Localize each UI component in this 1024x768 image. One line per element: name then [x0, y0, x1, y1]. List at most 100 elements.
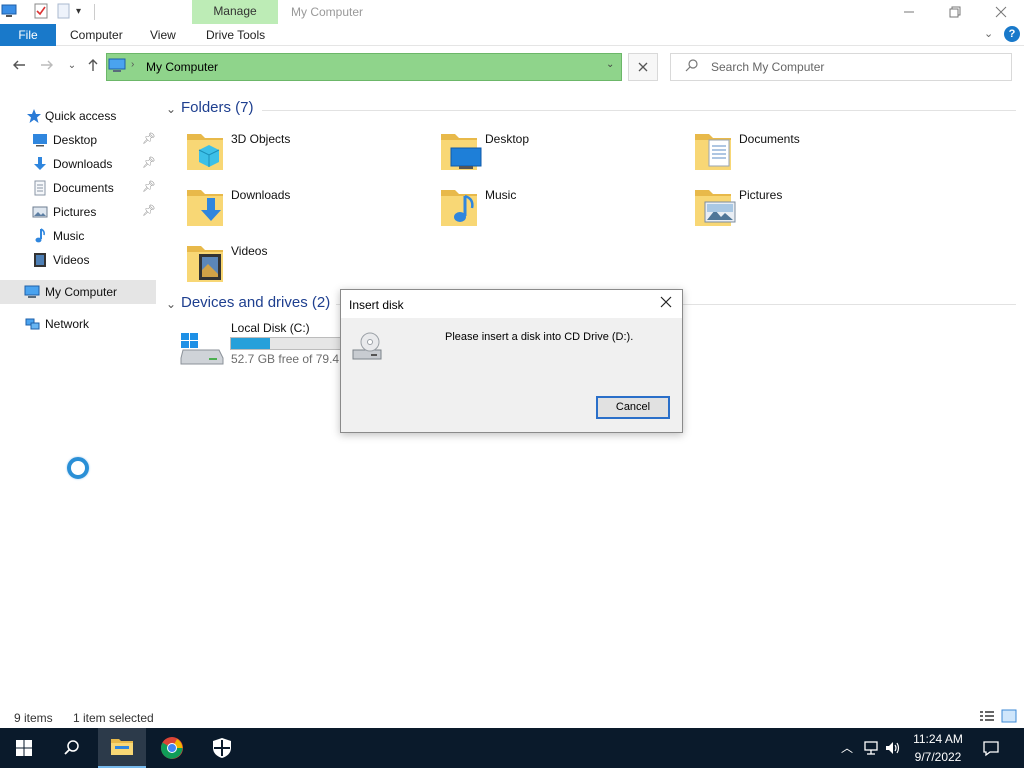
downloads-folder-icon — [187, 190, 223, 226]
clear-address-button[interactable] — [628, 53, 658, 81]
downloads-icon — [34, 157, 46, 170]
tab-manage[interactable]: Manage — [192, 4, 278, 18]
folder-label: Videos — [231, 244, 268, 258]
folder-videos[interactable]: Videos — [183, 240, 423, 290]
windows-logo-icon — [16, 740, 32, 756]
dialog-title: Insert disk — [349, 298, 404, 312]
forward-arrow-icon — [41, 60, 53, 70]
expand-ribbon-icon[interactable]: ⌄ — [984, 27, 993, 40]
group-divider — [262, 110, 1016, 111]
search-icon — [64, 740, 79, 755]
help-button[interactable]: ? — [1004, 26, 1020, 42]
tab-computer[interactable]: Computer — [70, 28, 123, 42]
busy-spinner-icon — [67, 457, 89, 479]
sidebar-item-label: Downloads — [53, 157, 113, 171]
start-button[interactable] — [0, 728, 48, 768]
documents-folder-icon — [695, 134, 731, 170]
sidebar-item-documents[interactable]: Documents 📌︎ — [0, 176, 156, 200]
sidebar-item-network[interactable]: Network — [0, 312, 156, 336]
computer-icon — [108, 58, 126, 72]
sidebar-item-label: Pictures — [53, 205, 97, 219]
clock-date[interactable]: 9/7/2022 — [906, 750, 970, 764]
volume-icon[interactable] — [884, 739, 902, 757]
pin-icon[interactable]: 📌︎ — [142, 132, 156, 145]
pictures-folder-icon — [695, 190, 736, 226]
folder-downloads[interactable]: Downloads — [183, 184, 423, 234]
sidebar-item-label: Network — [45, 317, 90, 331]
sidebar-item-music[interactable]: Music — [0, 224, 156, 248]
folder-label: Downloads — [231, 188, 291, 202]
tab-view[interactable]: View — [150, 28, 176, 42]
close-button[interactable] — [978, 0, 1024, 24]
computer-icon[interactable] — [1, 3, 17, 19]
folder-label: 3D Objects — [231, 132, 291, 146]
folder-label: Desktop — [485, 132, 530, 146]
up-button[interactable] — [84, 57, 102, 75]
chrome-icon — [161, 737, 183, 759]
taskbar-search-button[interactable] — [48, 728, 96, 768]
pin-icon[interactable]: 📌︎ — [142, 156, 156, 169]
devices-group-header[interactable]: Devices and drives (2) — [181, 294, 330, 311]
network-status-icon[interactable] — [862, 739, 880, 757]
qat-divider — [94, 4, 95, 20]
minimize-button[interactable] — [886, 0, 932, 24]
sidebar-item-label: Music — [53, 229, 85, 243]
sidebar-item-pictures[interactable]: Pictures 📌︎ — [0, 200, 156, 224]
collapse-group-icon[interactable]: ⌄ — [166, 297, 176, 311]
sidebar-item-quick-access[interactable]: Quick access — [0, 104, 156, 128]
videos-folder-icon — [187, 246, 223, 282]
clock-time[interactable]: 11:24 AM — [906, 732, 970, 746]
sidebar-item-downloads[interactable]: Downloads 📌︎ — [0, 152, 156, 176]
window-title: My Computer — [291, 5, 364, 19]
folder-label: Music — [485, 188, 517, 202]
up-arrow-icon — [88, 59, 98, 71]
folder-documents[interactable]: Documents — [691, 128, 931, 178]
details-view-icon[interactable] — [979, 709, 995, 723]
sidebar-item-videos[interactable]: Videos — [0, 248, 156, 272]
dialog-message: Please insert a disk into CD Drive (D:). — [445, 331, 634, 343]
forward-button[interactable] — [38, 57, 56, 75]
customize-qat-icon[interactable]: ▾ — [76, 6, 81, 17]
collapse-group-icon[interactable]: ⌄ — [166, 102, 176, 116]
address-dropdown-icon[interactable]: ⌄ — [606, 59, 614, 70]
recent-locations-icon[interactable]: ⌄ — [63, 57, 81, 75]
search-icon — [685, 59, 698, 72]
taskbar-security[interactable] — [198, 728, 246, 768]
computer-icon — [24, 285, 40, 298]
folder-label: Documents — [739, 132, 800, 146]
pin-icon[interactable]: 📌︎ — [142, 180, 156, 193]
tab-drive-tools[interactable]: Drive Tools — [206, 28, 265, 42]
breadcrumb[interactable]: My Computer — [146, 60, 218, 74]
close-icon — [638, 62, 648, 72]
music-folder-icon — [441, 190, 477, 226]
folder-3d-objects[interactable]: 3D Objects — [183, 128, 423, 178]
new-folder-icon[interactable] — [56, 3, 72, 19]
restore-icon — [949, 6, 961, 18]
folder-desktop[interactable]: Desktop — [437, 128, 677, 178]
folder-music[interactable]: Music — [437, 184, 677, 234]
sidebar-item-my-computer[interactable]: My Computer — [0, 280, 156, 304]
pin-icon[interactable]: 📌︎ — [142, 204, 156, 217]
minimize-icon — [904, 11, 914, 13]
properties-icon[interactable] — [33, 3, 49, 19]
notifications-icon[interactable] — [982, 739, 1000, 757]
dialog-close-button[interactable] — [651, 293, 681, 315]
tab-file[interactable]: File — [0, 24, 56, 46]
large-icons-view-icon[interactable] — [1001, 709, 1017, 723]
drive-free-space: 52.7 GB free of 79.4 G — [231, 352, 352, 366]
taskbar-file-explorer[interactable] — [98, 728, 146, 768]
title-bar — [0, 0, 1024, 24]
sidebar-item-desktop[interactable]: Desktop 📌︎ — [0, 128, 156, 152]
restore-button[interactable] — [932, 0, 978, 24]
close-icon — [995, 6, 1007, 18]
insert-disk-dialog: Insert disk Please insert a disk into CD… — [340, 289, 683, 433]
back-button[interactable] — [10, 57, 28, 75]
show-hidden-icons-icon[interactable]: ︿ — [838, 739, 856, 757]
shield-icon — [213, 738, 231, 758]
breadcrumb-chevron-icon[interactable]: › — [131, 59, 134, 70]
folders-group-header[interactable]: Folders (7) — [181, 99, 254, 116]
desktop-icon — [33, 134, 47, 147]
folder-pictures[interactable]: Pictures — [691, 184, 931, 234]
taskbar-chrome[interactable] — [148, 728, 196, 768]
cancel-button[interactable]: Cancel — [596, 396, 670, 419]
